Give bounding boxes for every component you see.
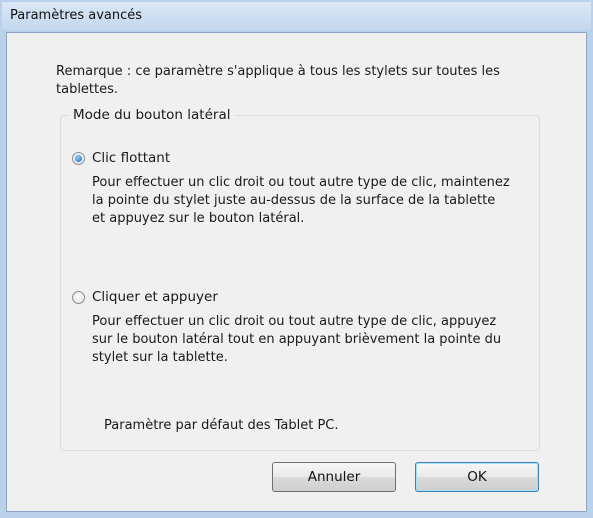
- group-legend: Mode du bouton latéral: [68, 106, 236, 124]
- note-text: Remarque : ce paramètre s'applique à tou…: [56, 64, 500, 97]
- cancel-button[interactable]: Annuler: [272, 462, 396, 492]
- dialog-window: Paramètres avancés Remarque : ce paramèt…: [0, 0, 593, 518]
- radio-cliquer-et-appuyer[interactable]: [72, 291, 85, 304]
- ok-button[interactable]: OK: [415, 462, 539, 492]
- option-description-clic-flottant: Pour effectuer un clic droit ou tout aut…: [92, 175, 510, 226]
- option-label-clic-flottant[interactable]: Clic flottant: [92, 149, 170, 167]
- option-description-cliquer-et-appuyer: Pour effectuer un clic droit ou tout aut…: [92, 314, 502, 365]
- default-setting-note: Paramètre par défaut des Tablet PC.: [104, 418, 339, 433]
- title-bar[interactable]: Paramètres avancés: [2, 2, 591, 30]
- option-label-cliquer-et-appuyer[interactable]: Cliquer et appuyer: [92, 288, 218, 306]
- radio-clic-flottant[interactable]: [72, 152, 85, 165]
- window-title: Paramètres avancés: [10, 8, 143, 23]
